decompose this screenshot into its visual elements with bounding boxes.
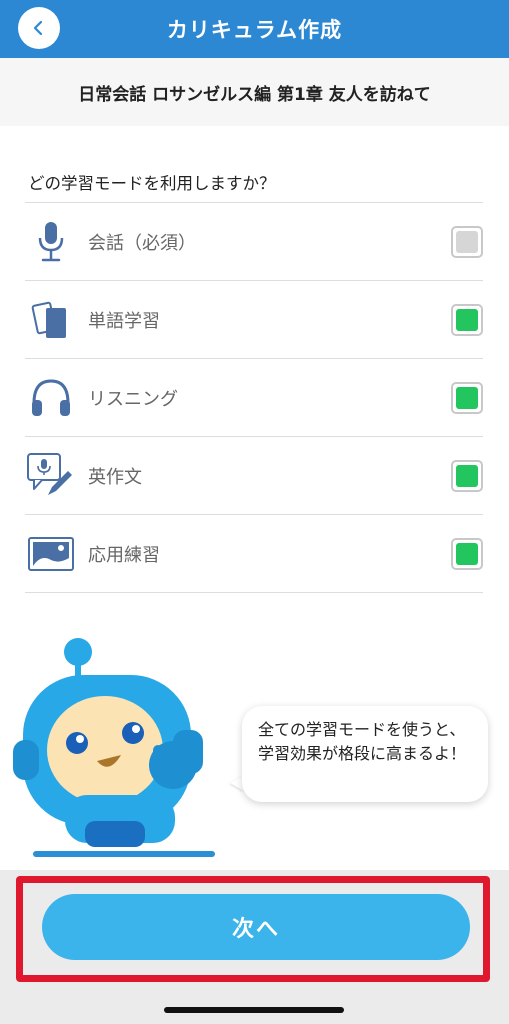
home-indicator [164, 1007, 344, 1013]
mode-question: どの学習モードを利用しますか？ [28, 174, 276, 193]
mode-label: 英作文 [88, 466, 142, 488]
back-button[interactable] [18, 7, 60, 49]
mode-item-listening: リスニング [25, 359, 483, 437]
mascot-speech-bubble: 全ての学習モードを使うと、学習効果が格段に高まるよ！ [242, 706, 488, 802]
mode-item-vocabulary: 単語学習 [25, 281, 483, 359]
mode-label: リスニング [88, 388, 178, 410]
mode-checkbox-listening[interactable] [451, 381, 483, 414]
mode-item-composition: 英作文 [25, 437, 483, 515]
page-title: カリキュラム作成 [166, 18, 343, 42]
mode-label: 会話（必須） [88, 232, 196, 254]
word-cards-icon [25, 294, 77, 346]
microphone-icon [25, 216, 77, 268]
robot-mascot-illustration [13, 638, 215, 857]
composition-pen-icon [25, 450, 77, 502]
mode-label: 応用練習 [88, 544, 160, 566]
next-button[interactable]: 次へ [42, 894, 470, 960]
mode-checkbox-composition[interactable] [451, 459, 483, 492]
image-practice-icon [25, 528, 77, 580]
chevron-left-icon [33, 20, 43, 36]
mode-checkbox-vocabulary[interactable] [451, 303, 483, 336]
app-header: カリキュラム作成 [0, 0, 509, 58]
course-title: 日常会話 ロサンゼルス編 第1章 友人を訪ねて [78, 84, 431, 105]
mode-checkbox-applied-practice[interactable] [451, 537, 483, 570]
mode-label: 単語学習 [88, 310, 160, 332]
mode-item-applied-practice: 応用練習 [25, 515, 483, 593]
course-title-bar: 日常会話 ロサンゼルス編 第1章 友人を訪ねて [0, 58, 509, 126]
mode-checkbox-conversation[interactable] [451, 225, 483, 258]
mode-item-conversation: 会話（必須） [25, 203, 483, 281]
headphones-icon [25, 372, 77, 424]
learning-mode-list: 会話（必須） 単語学習 リスニング 英作文 応用練習 [25, 202, 483, 593]
